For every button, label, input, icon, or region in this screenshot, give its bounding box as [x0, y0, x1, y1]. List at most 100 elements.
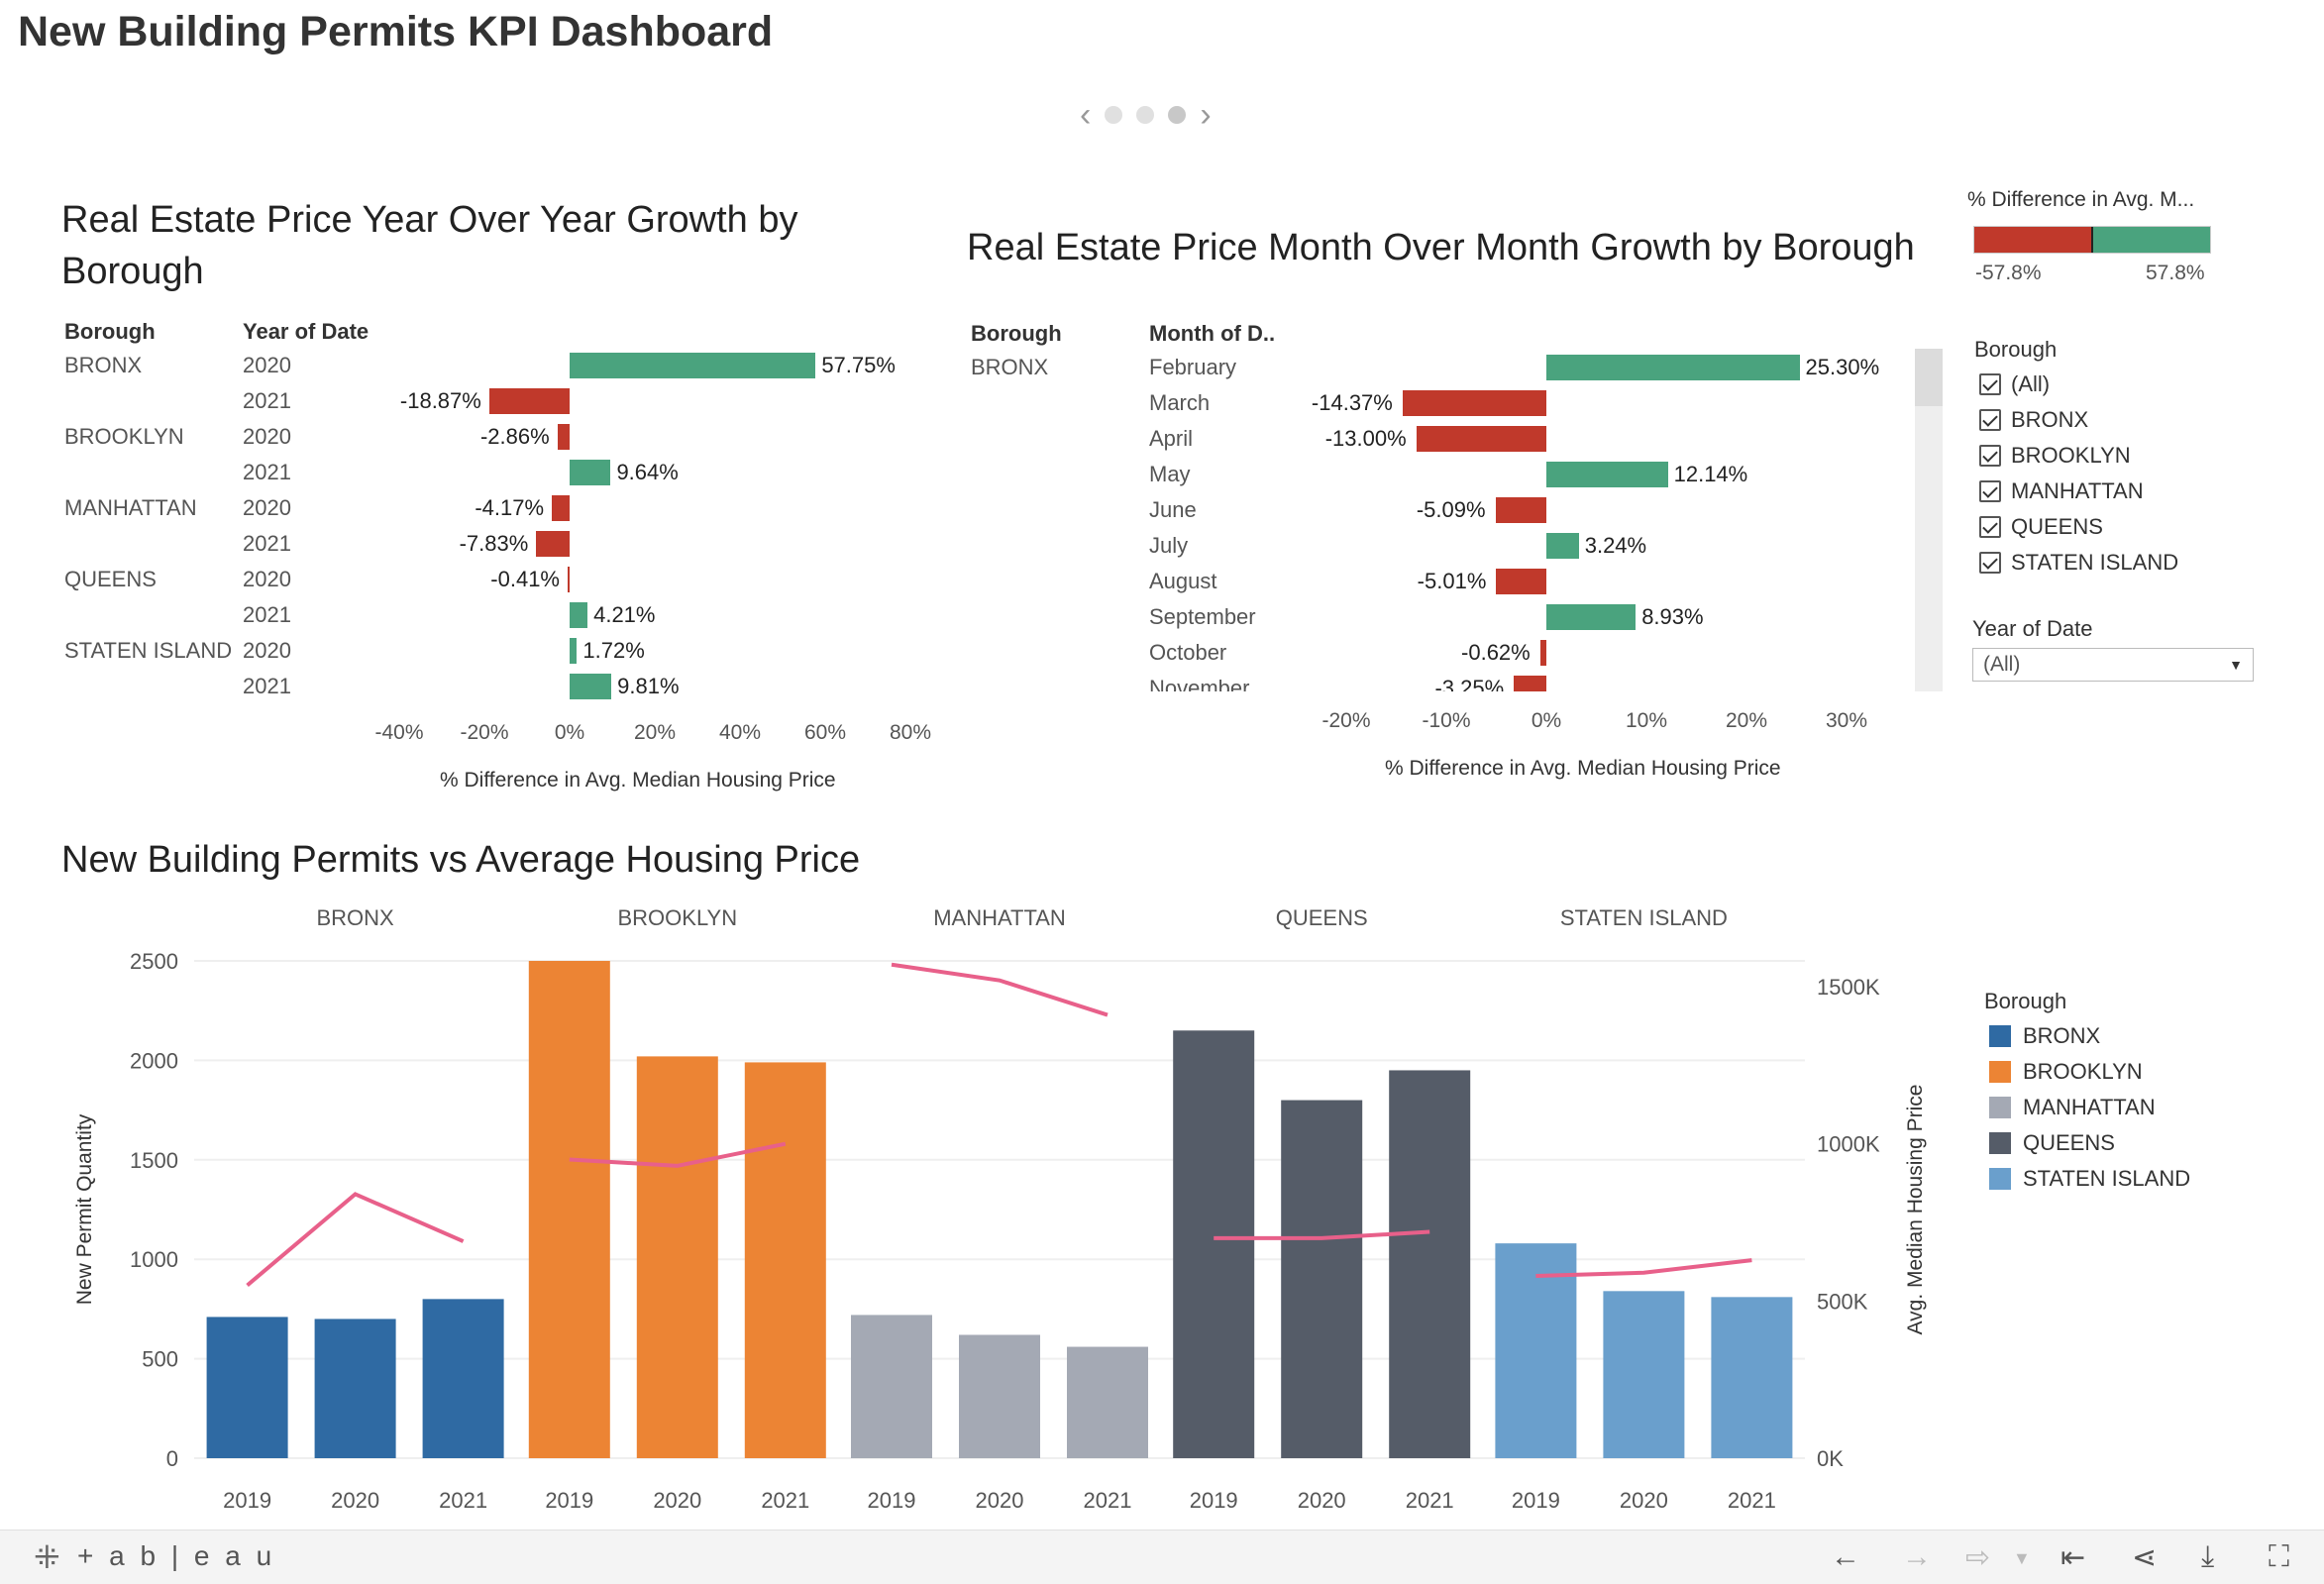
x-tick: 2019 [1190, 1488, 1238, 1513]
permits-legend-item[interactable]: MANHATTAN [1989, 1090, 2190, 1125]
yoy-bar-label: 1.72% [582, 638, 645, 663]
mom-bar[interactable] [1546, 462, 1668, 487]
checkbox-checked-icon[interactable] [1979, 409, 2001, 431]
mom-scrollbar[interactable] [1915, 349, 1943, 691]
permit-bar[interactable] [959, 1334, 1040, 1458]
fullscreen-icon[interactable]: ⛶ [2269, 1540, 2289, 1574]
mom-bar[interactable] [1402, 390, 1546, 416]
yoy-year-cell: 2021 [243, 602, 291, 627]
yoy-bar[interactable] [536, 531, 570, 557]
permit-bar[interactable] [1173, 1030, 1255, 1458]
yoy-bar[interactable] [570, 460, 611, 485]
x-tick: 2019 [545, 1488, 593, 1513]
revert-all-icon[interactable]: ⇤ [2060, 1540, 2085, 1575]
download-icon[interactable]: ⤓ [2201, 1540, 2214, 1574]
mom-bar[interactable] [1496, 569, 1546, 594]
pager-dot-2[interactable] [1136, 106, 1155, 124]
checkbox-checked-icon[interactable] [1979, 445, 2001, 467]
mom-bar[interactable] [1495, 497, 1546, 523]
mom-bar[interactable] [1546, 604, 1637, 630]
yoy-bar-label: 9.81% [617, 674, 680, 698]
mom-bar[interactable] [1546, 533, 1579, 559]
mom-month-cell: June [1149, 497, 1197, 522]
chevron-left-icon[interactable]: ‹ [1080, 98, 1091, 132]
x-tick: 2019 [223, 1488, 271, 1513]
permits-legend-item[interactable]: BROOKLYN [1989, 1054, 2190, 1090]
redo-icon[interactable]: → [1902, 1540, 1932, 1574]
color-legend-max: 57.8% [2146, 262, 2205, 284]
permits-legend-label: STATEN ISLAND [2023, 1166, 2191, 1191]
permit-bar[interactable] [744, 1062, 826, 1458]
yoy-bar[interactable] [568, 567, 570, 592]
mom-bar[interactable] [1514, 676, 1546, 691]
checkbox-checked-icon[interactable] [1979, 480, 2001, 502]
permit-bar[interactable] [528, 961, 610, 1458]
mom-x-tick: 10% [1625, 709, 1668, 732]
yoy-bar[interactable] [570, 353, 816, 378]
y-right-tick: 500K [1817, 1289, 1868, 1314]
permits-legend-item[interactable]: BRONX [1989, 1018, 2190, 1054]
x-tick: 2020 [653, 1488, 701, 1513]
x-tick: 2020 [1620, 1488, 1668, 1513]
yoy-borough-cell: STATEN ISLAND [64, 638, 233, 663]
permit-bar[interactable] [1067, 1346, 1148, 1458]
permit-bar[interactable] [851, 1315, 932, 1458]
yoy-bar[interactable] [570, 638, 578, 664]
borough-filter-option[interactable]: (All) [1979, 367, 2178, 402]
price-line[interactable] [891, 962, 1109, 1017]
y-left-tick: 1500 [130, 1148, 178, 1173]
undo-icon[interactable]: ← [1831, 1540, 1860, 1574]
yoy-bar[interactable] [557, 424, 570, 450]
mom-bar[interactable] [1546, 355, 1800, 380]
permits-legend-label: BROOKLYN [2023, 1059, 2143, 1084]
yoy-borough-cell: BRONX [64, 353, 143, 377]
borough-filter-option[interactable]: QUEENS [1979, 509, 2178, 545]
revert-dropdown-icon[interactable]: ▼ [2013, 1548, 2031, 1569]
borough-filter-option[interactable]: BROOKLYN [1979, 438, 2178, 474]
permits-legend-item[interactable]: QUEENS [1989, 1125, 2190, 1161]
yoy-bar[interactable] [488, 388, 570, 414]
checkbox-checked-icon[interactable] [1979, 373, 2001, 395]
y-left-tick: 2000 [130, 1048, 178, 1073]
borough-filter-option[interactable]: BRONX [1979, 402, 2178, 438]
y-left-tick: 1000 [130, 1247, 178, 1272]
permit-bar[interactable] [206, 1317, 288, 1458]
borough-filter-option-label: BROOKLYN [2011, 443, 2131, 468]
mom-x-tick: 0% [1531, 709, 1562, 732]
mom-month-cell: November [1149, 676, 1250, 691]
yoy-bar[interactable] [570, 674, 612, 699]
permit-bar[interactable] [1711, 1297, 1793, 1458]
x-tick: 2020 [331, 1488, 379, 1513]
permit-bar[interactable] [422, 1299, 504, 1458]
mom-bar[interactable] [1539, 640, 1546, 666]
yoy-bar[interactable] [552, 495, 570, 521]
yoy-bar[interactable] [570, 602, 588, 628]
checkbox-checked-icon[interactable] [1979, 516, 2001, 538]
pager-dot-1[interactable] [1105, 106, 1123, 124]
pager-dot-3[interactable] [1168, 106, 1187, 124]
borough-filter: (All) BRONX BROOKLYN MANHATTAN QUEENS STATEN … [1979, 367, 2178, 581]
permits-legend-item[interactable]: STATEN ISLAND [1989, 1161, 2190, 1197]
mom-scrollbar-thumb[interactable] [1915, 349, 1943, 406]
year-filter-dropdown[interactable]: (All) ▼ [1972, 648, 2254, 682]
checkbox-checked-icon[interactable] [1979, 552, 2001, 574]
borough-filter-option[interactable]: MANHATTAN [1979, 474, 2178, 509]
mom-title: Real Estate Price Month Over Month Growt… [967, 227, 1915, 268]
revert-icon[interactable]: ⇨ [1965, 1540, 1990, 1575]
price-line[interactable] [246, 1192, 465, 1287]
mom-month-cell: July [1149, 533, 1189, 558]
permit-bar[interactable] [314, 1319, 396, 1458]
permit-bar[interactable] [1603, 1291, 1685, 1458]
borough-filter-title: Borough [1974, 337, 2058, 362]
yoy-bar-label: 57.75% [821, 353, 896, 377]
chevron-right-icon[interactable]: › [1200, 98, 1211, 132]
y-right-tick: 0K [1817, 1446, 1844, 1471]
permit-bar[interactable] [1389, 1070, 1471, 1458]
mom-bar[interactable] [1416, 426, 1546, 452]
permit-bar[interactable] [636, 1056, 718, 1458]
borough-filter-option[interactable]: STATEN ISLAND [1979, 545, 2178, 581]
permit-bar[interactable] [1281, 1100, 1363, 1458]
share-icon[interactable]: ⋖ [2132, 1540, 2157, 1575]
story-pager: ‹ › [1080, 95, 1248, 135]
page-title: New Building Permits KPI Dashboard [18, 8, 774, 55]
